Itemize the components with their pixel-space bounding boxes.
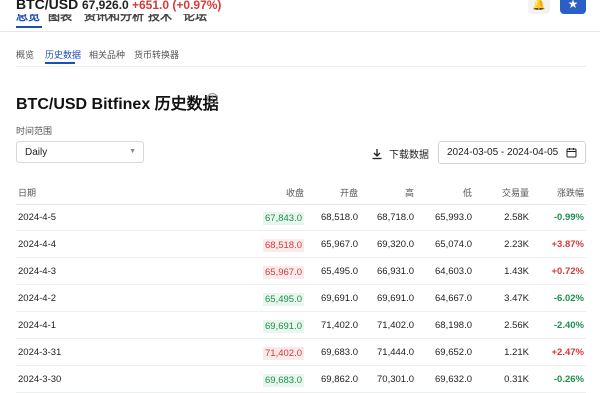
download-data-label: 下载数据 <box>389 150 429 161</box>
add-to-watchlist-button[interactable]: ★ <box>560 0 586 14</box>
subtab-currency-converter[interactable]: 货币转换器 <box>134 48 179 61</box>
cell-change: +0.72% <box>551 266 585 277</box>
table-row: 2024-3-31 71,402.0 69,683.0 71,444.0 69,652.… <box>16 339 586 366</box>
cell-volume: 2.58K <box>504 212 529 223</box>
subtab-historical-data[interactable]: 历史数据 <box>45 48 81 61</box>
cell-close: 67,843.0 <box>263 212 304 225</box>
subtab-overview[interactable]: 概览 <box>16 48 34 61</box>
tab-chart[interactable]: 图表 <box>48 14 72 22</box>
cell-high: 71,444.0 <box>377 347 414 358</box>
date-range-picker[interactable]: 2024-03-05 - 2024-04-05 <box>438 141 586 164</box>
period-select-value: Daily <box>25 147 48 158</box>
info-icon[interactable]: i <box>207 93 218 104</box>
cell-volume: 0.31K <box>504 374 529 385</box>
column-header-open[interactable]: 开盘 <box>340 186 358 199</box>
price-change: +651.0 (+0.97%) <box>132 0 221 12</box>
cell-open: 69,691.0 <box>321 293 358 304</box>
time-range-label: 时间范围 <box>16 126 53 136</box>
cell-date: 2024-3-31 <box>18 347 62 358</box>
table-row: 2024-4-2 65,495.0 69,691.0 69,691.0 64,667.0… <box>16 285 586 312</box>
cell-date: 2024-4-3 <box>18 266 57 277</box>
download-data-button[interactable]: 下载数据 <box>371 146 429 161</box>
tab-forum[interactable]: 论坛 <box>183 14 207 22</box>
cell-close: 71,402.0 <box>263 347 304 360</box>
cell-open: 69,862.0 <box>321 374 358 385</box>
cell-open: 68,518.0 <box>321 212 358 223</box>
main-tabs: 总览 图表 资讯和分析 技术 论坛 <box>16 14 586 28</box>
cell-low: 69,632.0 <box>435 374 472 385</box>
last-price: 67,926.0 <box>82 0 129 12</box>
active-subtab-indicator <box>45 62 75 64</box>
table-row: 2024-4-3 65,967.0 65,495.0 66,931.0 64,603.0… <box>16 258 586 285</box>
cell-close: 68,518.0 <box>263 239 304 252</box>
cell-close: 69,683.0 <box>263 374 304 387</box>
cell-high: 71,402.0 <box>377 320 414 331</box>
table-header: 日期 收盘 开盘 高 低 交易量 涨跌幅 <box>16 180 586 205</box>
column-header-low[interactable]: 低 <box>463 186 472 199</box>
page-title: BTC/USD Bitfinex 历史数据 <box>16 96 219 113</box>
subtab-related[interactable]: 相关品种 <box>89 48 125 61</box>
cell-high: 69,691.0 <box>377 293 414 304</box>
cell-volume: 1.21K <box>504 347 529 358</box>
period-select[interactable]: Daily ▼ <box>16 141 144 163</box>
column-header-high[interactable]: 高 <box>405 186 414 199</box>
cell-volume: 1.43K <box>504 266 529 277</box>
cell-volume: 3.47K <box>504 293 529 304</box>
tab-overview[interactable]: 总览 <box>16 14 40 22</box>
cell-low: 64,603.0 <box>435 266 472 277</box>
cell-volume: 2.56K <box>504 320 529 331</box>
cell-change: +3.87% <box>551 239 585 250</box>
download-icon <box>372 148 382 159</box>
cell-open: 71,402.0 <box>321 320 358 331</box>
column-header-change[interactable]: 涨跌幅 <box>557 186 584 199</box>
cell-open: 65,495.0 <box>321 266 358 277</box>
calendar-icon <box>566 148 577 158</box>
cell-open: 69,683.0 <box>321 347 358 358</box>
column-header-volume[interactable]: 交易量 <box>502 186 529 199</box>
price-change-value: +651.0 <box>132 0 170 12</box>
add-alert-button[interactable]: 🔔 <box>528 0 550 14</box>
column-header-date[interactable]: 日期 <box>18 186 36 199</box>
cell-date: 2024-4-2 <box>18 293 57 304</box>
cell-date: 2024-4-4 <box>18 239 57 250</box>
table-row: 2024-4-4 68,518.0 65,967.0 69,320.0 65,074.0… <box>16 231 586 258</box>
cell-change: +2.47% <box>551 347 585 358</box>
cell-change: -2.40% <box>553 320 584 331</box>
cell-low: 64,667.0 <box>435 293 472 304</box>
cell-low: 68,198.0 <box>435 320 472 331</box>
divider <box>16 66 586 67</box>
cell-close: 69,691.0 <box>263 320 304 333</box>
date-range-value: 2024-03-05 - 2024-04-05 <box>447 147 559 158</box>
cell-close: 65,495.0 <box>263 293 304 306</box>
cell-volume: 2.23K <box>504 239 529 250</box>
tab-news-analysis[interactable]: 资讯和分析 <box>84 14 144 22</box>
cell-change: -6.02% <box>553 293 584 304</box>
cell-low: 65,993.0 <box>435 212 472 223</box>
cell-low: 69,652.0 <box>435 347 472 358</box>
active-tab-indicator <box>16 26 42 28</box>
chevron-down-icon: ▼ <box>129 148 136 155</box>
price-change-percent: (+0.97%) <box>172 0 222 12</box>
cell-change: -0.26% <box>553 374 584 385</box>
instrument-symbol: BTC/USD <box>16 0 79 12</box>
column-header-close[interactable]: 收盘 <box>286 186 304 199</box>
cell-open: 65,967.0 <box>321 239 358 250</box>
cell-high: 68,718.0 <box>377 212 414 223</box>
star-icon: ★ <box>567 0 579 11</box>
table-row: 2024-4-5 67,843.0 68,518.0 68,718.0 65,993.0… <box>16 204 586 231</box>
tab-technical[interactable]: 技术 <box>148 14 172 22</box>
cell-change: -0.99% <box>553 212 584 223</box>
cell-date: 2024-4-1 <box>18 320 57 331</box>
cell-close: 65,967.0 <box>263 266 304 279</box>
cell-high: 70,301.0 <box>377 374 414 385</box>
divider <box>0 31 600 32</box>
bell-plus-icon: 🔔 <box>532 0 546 11</box>
cell-date: 2024-3-30 <box>18 374 62 385</box>
table-row: 2024-4-1 69,691.0 71,402.0 71,402.0 68,198.0… <box>16 312 586 339</box>
cell-high: 69,320.0 <box>377 239 414 250</box>
cell-low: 65,074.0 <box>435 239 472 250</box>
table-row: 2024-3-30 69,683.0 69,862.0 70,301.0 69,632.… <box>16 366 586 393</box>
cell-high: 66,931.0 <box>377 266 414 277</box>
cell-date: 2024-4-5 <box>18 212 57 223</box>
